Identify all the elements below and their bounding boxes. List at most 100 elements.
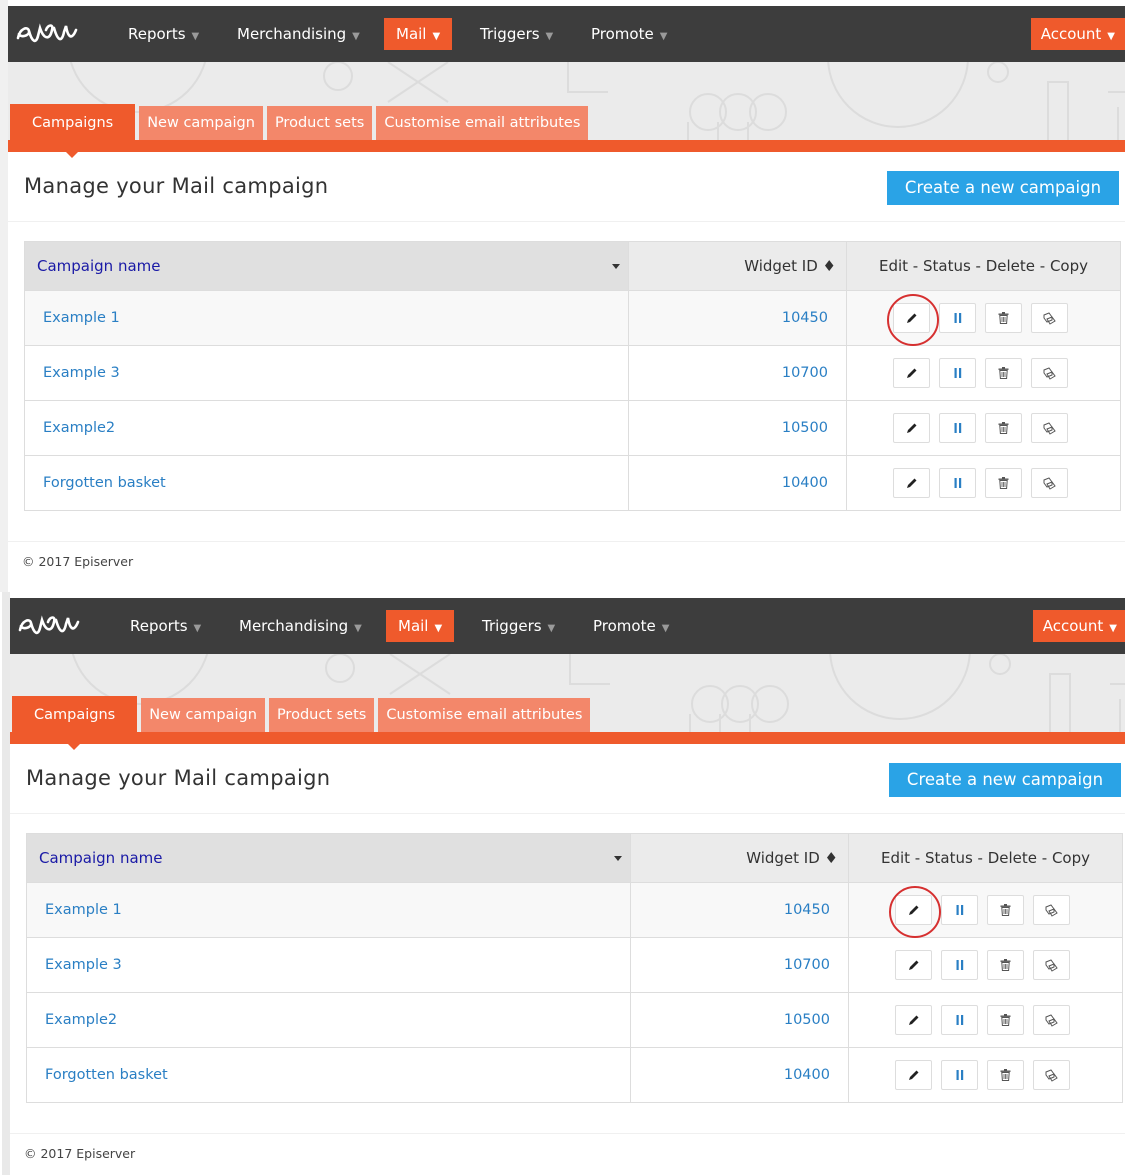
widget-id-link[interactable]: 10700	[630, 937, 849, 993]
campaign-name-link[interactable]: Example 1	[24, 290, 629, 346]
nav-merchandising[interactable]: Merchandising ▼	[225, 18, 372, 50]
column-header-campaign-name[interactable]: Campaign name	[24, 241, 629, 291]
account-menu-button[interactable]: Account ▼	[1030, 18, 1125, 50]
active-tab-pointer	[66, 742, 82, 750]
copy-button[interactable]	[1033, 950, 1070, 980]
column-header-campaign-name[interactable]: Campaign name	[26, 833, 631, 883]
column-header-widget-id[interactable]: Widget ID ♦	[628, 241, 847, 291]
pause-button[interactable]	[941, 895, 978, 925]
account-menu-button[interactable]: Account ▼	[1032, 610, 1125, 642]
campaign-name-link[interactable]: Forgotten basket	[26, 1047, 631, 1103]
edit-button[interactable]	[889, 886, 941, 938]
copy-icon	[1043, 311, 1056, 325]
campaign-name-link[interactable]: Forgotten basket	[24, 455, 629, 511]
pause-button[interactable]	[939, 413, 976, 443]
page-title: Manage your Mail campaign	[26, 766, 331, 790]
copy-button[interactable]	[1031, 468, 1068, 498]
header-banner: Campaigns New campaign Product sets Cust…	[8, 62, 1125, 152]
campaign-name-link[interactable]: Example 1	[26, 882, 631, 938]
table-header-row: Campaign name Widget ID ♦ Edit - Status …	[24, 241, 1121, 291]
tab-customise-email-attributes[interactable]: Customise email attributes	[378, 698, 591, 734]
pause-button[interactable]	[941, 950, 978, 980]
top-navigation-bar: Reports ▼ Merchandising ▼ Mail ▼ Triggers ▼ …	[10, 598, 1125, 654]
campaign-name-link[interactable]: Example 3	[24, 345, 629, 401]
nav-mail[interactable]: Mail ▼	[386, 610, 455, 642]
tab-campaigns[interactable]: Campaigns	[12, 696, 138, 736]
delete-button[interactable]	[987, 1060, 1024, 1090]
campaign-name-link[interactable]: Example 3	[26, 937, 631, 993]
pause-icon	[956, 1015, 963, 1025]
nav-mail[interactable]: Mail ▼	[384, 18, 453, 50]
nav-merchandising[interactable]: Merchandising ▼	[227, 610, 374, 642]
edit-button[interactable]	[895, 1060, 932, 1090]
chevron-down-icon: ▼	[1107, 31, 1115, 42]
widget-id-link[interactable]: 10400	[630, 1047, 849, 1103]
tab-product-sets[interactable]: Product sets	[268, 698, 375, 734]
pause-button[interactable]	[939, 358, 976, 388]
campaign-name-link[interactable]: Example2	[26, 992, 631, 1048]
tab-customise-email-attributes[interactable]: Customise email attributes	[376, 106, 589, 142]
edit-button[interactable]	[895, 1005, 932, 1035]
copy-button[interactable]	[1031, 358, 1068, 388]
row-actions	[846, 290, 1121, 346]
trash-icon	[998, 312, 1009, 324]
pause-button[interactable]	[939, 468, 976, 498]
chevron-down-icon: ▼	[352, 31, 360, 42]
chevron-down-icon: ▼	[547, 623, 556, 634]
pause-button[interactable]	[939, 303, 976, 333]
nav-triggers[interactable]: Triggers ▼	[470, 610, 567, 642]
widget-id-link[interactable]: 10500	[630, 992, 849, 1048]
create-campaign-button[interactable]: Create a new campaign	[889, 763, 1121, 797]
copy-button[interactable]	[1033, 1060, 1070, 1090]
nav-promote[interactable]: Promote ▼	[579, 18, 679, 50]
delete-button[interactable]	[985, 358, 1022, 388]
nav-reports[interactable]: Reports ▼	[116, 18, 211, 50]
edit-button[interactable]	[893, 413, 930, 443]
pause-button[interactable]	[941, 1060, 978, 1090]
widget-id-link[interactable]: 10500	[628, 400, 847, 456]
tab-product-sets[interactable]: Product sets	[266, 106, 373, 142]
pause-button[interactable]	[941, 1005, 978, 1035]
delete-button[interactable]	[987, 895, 1024, 925]
copy-icon	[1045, 1013, 1058, 1027]
delete-button[interactable]	[987, 1005, 1024, 1035]
sort-caret-icon	[614, 856, 622, 861]
campaign-table: Campaign name Widget ID ♦ Edit - Status …	[26, 833, 1123, 1103]
edit-button[interactable]	[893, 468, 930, 498]
copy-button[interactable]	[1033, 1005, 1070, 1035]
nav-promote[interactable]: Promote ▼	[581, 610, 681, 642]
edit-button[interactable]	[895, 950, 932, 980]
episerver-logo[interactable]	[16, 610, 88, 640]
widget-id-link[interactable]: 10700	[628, 345, 847, 401]
widget-id-link[interactable]: 10400	[628, 455, 847, 511]
tab-new-campaign[interactable]: New campaign	[139, 106, 263, 142]
divider	[10, 813, 1125, 814]
delete-button[interactable]	[985, 468, 1022, 498]
copy-icon	[1043, 366, 1056, 380]
copy-button[interactable]	[1031, 303, 1068, 333]
edit-button[interactable]	[887, 294, 939, 346]
nav-triggers[interactable]: Triggers ▼	[468, 18, 565, 50]
widget-id-link[interactable]: 10450	[630, 882, 849, 938]
create-campaign-button[interactable]: Create a new campaign	[887, 171, 1119, 205]
trash-icon	[1000, 1014, 1011, 1026]
copy-button[interactable]	[1033, 895, 1070, 925]
delete-button[interactable]	[985, 413, 1022, 443]
widget-id-link[interactable]: 10450	[628, 290, 847, 346]
pause-icon	[954, 478, 961, 488]
column-header-widget-id[interactable]: Widget ID ♦	[630, 833, 849, 883]
tab-campaigns[interactable]: Campaigns	[10, 104, 136, 144]
table-header-row: Campaign name Widget ID ♦ Edit - Status …	[26, 833, 1123, 883]
table-row: Forgotten basket 10400	[26, 1047, 1123, 1103]
copy-button[interactable]	[1031, 413, 1068, 443]
copy-icon	[1045, 1068, 1058, 1082]
pause-icon	[956, 905, 963, 915]
delete-button[interactable]	[985, 303, 1022, 333]
campaign-name-link[interactable]: Example2	[24, 400, 629, 456]
delete-button[interactable]	[987, 950, 1024, 980]
chevron-down-icon: ▼	[432, 31, 441, 42]
edit-button[interactable]	[893, 358, 930, 388]
nav-reports[interactable]: Reports ▼	[118, 610, 213, 642]
tab-new-campaign[interactable]: New campaign	[141, 698, 265, 734]
episerver-logo[interactable]	[14, 18, 86, 48]
